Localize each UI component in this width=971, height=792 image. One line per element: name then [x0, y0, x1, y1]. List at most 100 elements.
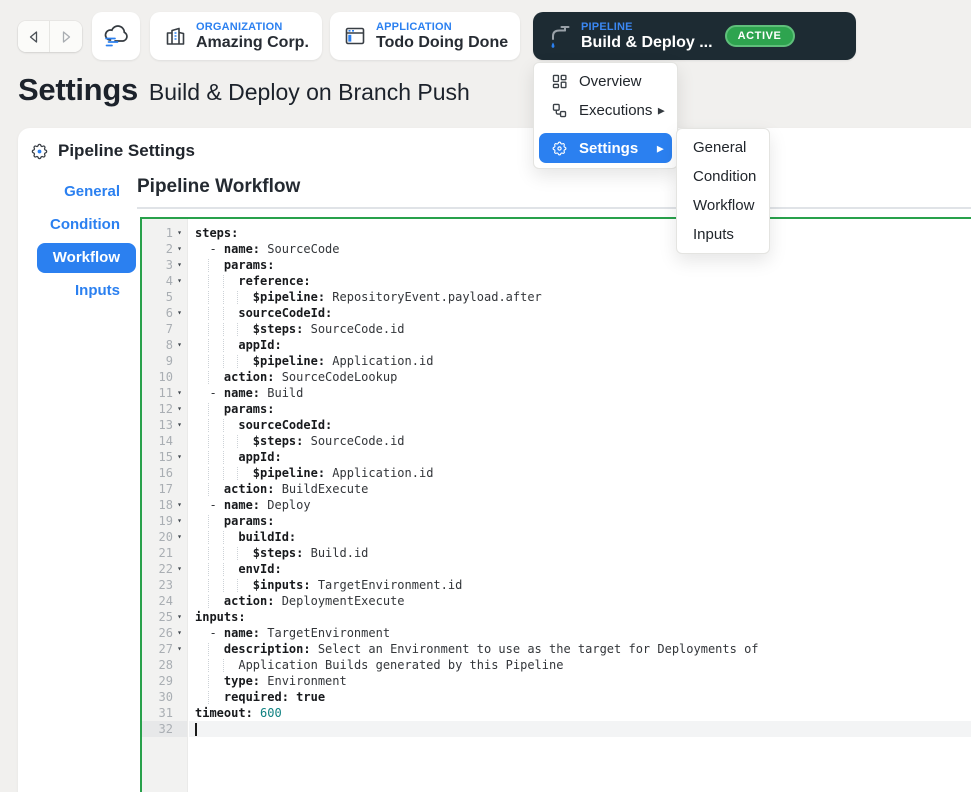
code-line[interactable]: sourceCodeId:: [189, 305, 971, 321]
gutter-line[interactable]: 12▾: [142, 401, 187, 417]
code-line[interactable]: envId:: [189, 561, 971, 577]
fold-arrow-icon[interactable]: ▾: [173, 641, 186, 657]
gutter-line[interactable]: 19▾: [142, 513, 187, 529]
gutter-line[interactable]: 3▾: [142, 257, 187, 273]
code-line[interactable]: action: BuildExecute: [189, 481, 971, 497]
gutter-line[interactable]: 26▾: [142, 625, 187, 641]
sidebar-item-inputs[interactable]: Inputs: [75, 282, 120, 300]
code-line[interactable]: reference:: [189, 273, 971, 289]
gutter-line[interactable]: 27▾: [142, 641, 187, 657]
code-line[interactable]: $steps: SourceCode.id: [189, 433, 971, 449]
code-line[interactable]: type: Environment: [189, 673, 971, 689]
submenu-item-general[interactable]: General: [677, 133, 769, 162]
gutter-line[interactable]: 4▾: [142, 273, 187, 289]
menu-item-executions[interactable]: Executions ▶: [534, 96, 677, 125]
gutter-line[interactable]: 1▾: [142, 225, 187, 241]
fold-arrow-icon[interactable]: ▾: [173, 273, 186, 289]
sidebar-item-condition[interactable]: Condition: [50, 216, 120, 234]
code-line[interactable]: description: Select an Environment to us…: [189, 641, 971, 657]
executions-workflow-icon: [550, 102, 568, 119]
fold-arrow-icon[interactable]: ▾: [173, 513, 186, 529]
code-line[interactable]: inputs:: [189, 609, 971, 625]
code-line[interactable]: $steps: Build.id: [189, 545, 971, 561]
overview-grid-icon: [550, 73, 568, 90]
code-line[interactable]: - name: TargetEnvironment: [189, 625, 971, 641]
code-line[interactable]: buildId:: [189, 529, 971, 545]
code-line[interactable]: appId:: [189, 449, 971, 465]
gutter-line[interactable]: 11▾: [142, 385, 187, 401]
code-line[interactable]: appId:: [189, 337, 971, 353]
code-line[interactable]: - name: Build: [189, 385, 971, 401]
code-line[interactable]: $pipeline: Application.id: [189, 465, 971, 481]
submenu-item-workflow[interactable]: Workflow: [677, 191, 769, 220]
gutter-line[interactable]: 25▾: [142, 609, 187, 625]
fold-arrow-icon[interactable]: ▾: [173, 305, 186, 321]
code-line[interactable]: $inputs: TargetEnvironment.id: [189, 577, 971, 593]
code-line[interactable]: - name: Deploy: [189, 497, 971, 513]
forward-icon: [59, 30, 73, 44]
gutter-line[interactable]: 13▾: [142, 417, 187, 433]
code-line[interactable]: $steps: SourceCode.id: [189, 321, 971, 337]
gutter-line: 17: [142, 481, 187, 497]
fold-arrow-icon[interactable]: ▾: [173, 257, 186, 273]
code-line[interactable]: params:: [189, 257, 971, 273]
fold-arrow-icon[interactable]: ▾: [173, 337, 186, 353]
fold-arrow-icon[interactable]: ▾: [173, 385, 186, 401]
menu-item-settings[interactable]: Settings ▶: [539, 133, 672, 163]
gutter-line: 9: [142, 353, 187, 369]
gutter-line: 21: [142, 545, 187, 561]
menu-item-overview[interactable]: Overview: [534, 67, 677, 96]
forward-button[interactable]: [50, 21, 82, 52]
home-brand-button[interactable]: [92, 12, 140, 60]
gutter-line[interactable]: 15▾: [142, 449, 187, 465]
fold-arrow-icon[interactable]: ▾: [173, 225, 186, 241]
chevron-right-icon: ▶: [657, 105, 664, 115]
fold-arrow-icon[interactable]: ▾: [173, 417, 186, 433]
fold-arrow-icon[interactable]: ▾: [173, 401, 186, 417]
gutter-line[interactable]: 18▾: [142, 497, 187, 513]
pipeline-button[interactable]: PIPELINE Build & Deploy ... ACTIVE: [533, 12, 856, 60]
cloud-logo-icon: [101, 21, 131, 51]
gutter-line[interactable]: 6▾: [142, 305, 187, 321]
code-line[interactable]: [189, 721, 971, 737]
code-line[interactable]: params:: [189, 513, 971, 529]
application-button[interactable]: APPLICATION Todo Doing Done: [330, 12, 520, 60]
application-name: Todo Doing Done: [376, 34, 508, 52]
gutter-line: 14: [142, 433, 187, 449]
gutter-line[interactable]: 22▾: [142, 561, 187, 577]
code-line[interactable]: - name: SourceCode: [189, 241, 971, 257]
gutter-line: 10: [142, 369, 187, 385]
fold-arrow-icon[interactable]: ▾: [173, 241, 186, 257]
fold-arrow-icon[interactable]: ▾: [173, 497, 186, 513]
page-title-row: Settings Build & Deploy on Branch Push: [18, 72, 470, 108]
fold-arrow-icon[interactable]: ▾: [173, 625, 186, 641]
code-line[interactable]: $pipeline: Application.id: [189, 353, 971, 369]
code-line[interactable]: sourceCodeId:: [189, 417, 971, 433]
editor-code[interactable]: steps:- name: SourceCodeparams:reference…: [189, 219, 971, 792]
back-button[interactable]: [18, 21, 50, 52]
code-line[interactable]: steps:: [189, 225, 971, 241]
code-line[interactable]: $pipeline: RepositoryEvent.payload.after: [189, 289, 971, 305]
code-line[interactable]: params:: [189, 401, 971, 417]
code-line[interactable]: required: true: [189, 689, 971, 705]
fold-arrow-icon[interactable]: ▾: [173, 561, 186, 577]
fold-arrow-icon[interactable]: ▾: [173, 449, 186, 465]
submenu-item-condition[interactable]: Condition: [677, 162, 769, 191]
code-line[interactable]: action: DeploymentExecute: [189, 593, 971, 609]
settings-gear-icon: [550, 140, 568, 157]
submenu-item-inputs[interactable]: Inputs: [677, 220, 769, 249]
organization-button[interactable]: ORGANIZATION Amazing Corp.: [150, 12, 322, 60]
workflow-editor[interactable]: 1▾2▾3▾4▾56▾78▾91011▾12▾13▾1415▾161718▾19…: [140, 217, 971, 792]
code-line[interactable]: action: SourceCodeLookup: [189, 369, 971, 385]
gutter-line[interactable]: 2▾: [142, 241, 187, 257]
fold-arrow-icon[interactable]: ▾: [173, 609, 186, 625]
organization-label: ORGANIZATION: [196, 21, 309, 33]
sidebar-item-general[interactable]: General: [64, 183, 120, 201]
code-line[interactable]: timeout: 600: [189, 705, 971, 721]
fold-arrow-icon[interactable]: ▾: [173, 529, 186, 545]
code-line[interactable]: Application Builds generated by this Pip…: [189, 657, 971, 673]
sidebar-item-workflow[interactable]: Workflow: [37, 243, 136, 273]
gutter-line[interactable]: 8▾: [142, 337, 187, 353]
pipeline-faucet-icon: [545, 21, 573, 51]
gutter-line[interactable]: 20▾: [142, 529, 187, 545]
